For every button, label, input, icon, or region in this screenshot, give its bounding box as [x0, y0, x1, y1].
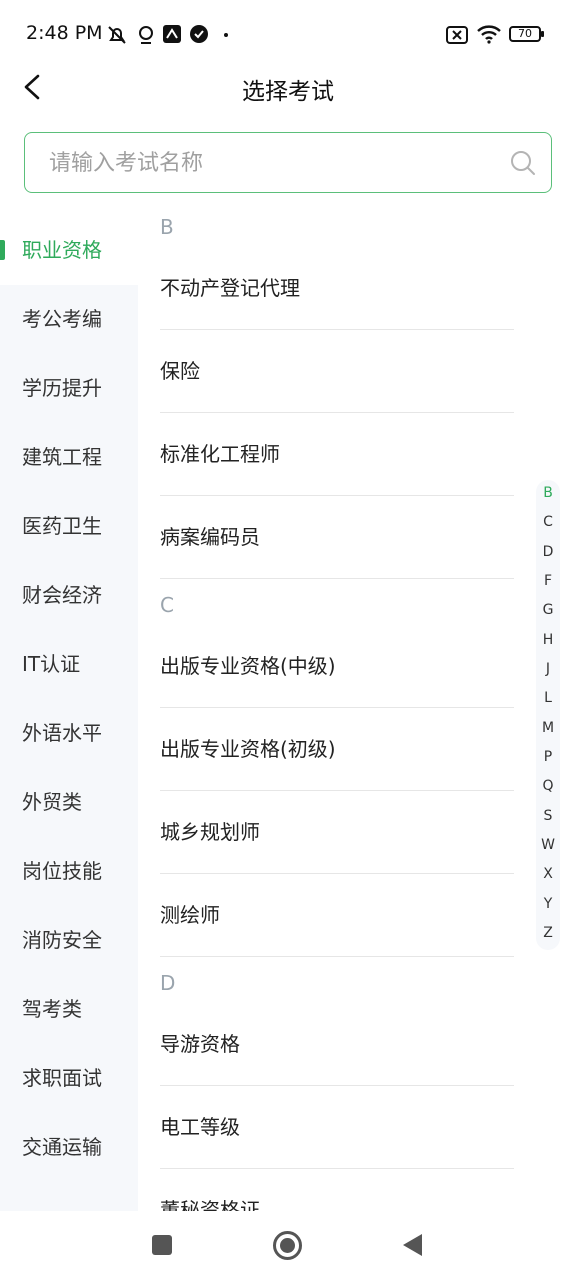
list-item-label: 病案编码员	[160, 525, 260, 549]
index-letter-b[interactable]: B	[536, 485, 560, 501]
list-item-label: 保险	[160, 359, 200, 383]
no-sim-icon	[446, 26, 468, 44]
index-letter-g[interactable]: G	[536, 602, 560, 618]
list-item[interactable]: 标准化工程师	[160, 413, 514, 496]
index-letter-p[interactable]: P	[536, 749, 560, 765]
sidebar-item-medicine[interactable]: 医药卫生	[0, 492, 138, 561]
index-letter-l[interactable]: L	[536, 690, 560, 706]
location-icon	[139, 26, 153, 44]
header: 选择考试	[0, 62, 576, 112]
sidebar-item-label: IT认证	[22, 652, 81, 676]
sidebar-item-label: 财会经济	[22, 583, 102, 607]
wifi-icon	[477, 25, 501, 44]
divider	[160, 578, 514, 579]
list-item-label: 导游资格	[160, 1032, 240, 1056]
search-box[interactable]	[24, 132, 552, 193]
battery-indicator: 70	[509, 26, 544, 42]
sidebar-item-label: 岗位技能	[22, 859, 102, 883]
sidebar-item-finance[interactable]: 财会经济	[0, 561, 138, 630]
section-header-c: C	[160, 593, 174, 617]
index-letter-w[interactable]: W	[536, 837, 560, 853]
index-letter-c[interactable]: C	[536, 514, 560, 530]
exam-list: B 不动产登记代理 保险 标准化工程师 病案编码员 C 出版专业资格(中级) 出…	[138, 200, 538, 1211]
index-letter-q[interactable]: Q	[536, 778, 560, 794]
list-item-label: 出版专业资格(中级)	[160, 654, 336, 678]
index-letter-h[interactable]: H	[536, 632, 560, 648]
index-letter-s[interactable]: S	[536, 808, 560, 824]
alphabet-index[interactable]: B C D F G H J L M P Q S W X Y Z	[536, 480, 560, 950]
sidebar-item-professional-qualification[interactable]: 职业资格	[0, 216, 138, 285]
sidebar-item-foreign-trade[interactable]: 外贸类	[0, 768, 138, 837]
index-letter-m[interactable]: M	[536, 720, 560, 736]
sidebar-item-label: 职业资格	[22, 238, 102, 262]
list-item[interactable]: 保险	[160, 330, 514, 413]
sidebar-item-it-certification[interactable]: IT认证	[0, 630, 138, 699]
list-item-label: 测绘师	[160, 903, 220, 927]
index-letter-f[interactable]: F	[536, 573, 560, 589]
list-item[interactable]: 测绘师	[160, 874, 514, 957]
list-item-label: 不动产登记代理	[160, 276, 300, 300]
sidebar-item-label: 驾考类	[22, 997, 82, 1021]
sidebar-item-civil-service[interactable]: 考公考编	[0, 285, 138, 354]
sidebar-item-driving-test[interactable]: 驾考类	[0, 975, 138, 1044]
system-nav-bar	[0, 1211, 576, 1280]
status-time: 2:48 PM	[26, 22, 103, 44]
sidebar-item-label: 交通运输	[22, 1135, 102, 1159]
list-item[interactable]: 城乡规划师	[160, 791, 514, 874]
sidebar-item-label: 求职面试	[22, 1066, 102, 1090]
list-item-label: 出版专业资格(初级)	[160, 737, 336, 761]
sidebar-item-job-interview[interactable]: 求职面试	[0, 1044, 138, 1113]
sidebar-item-education[interactable]: 学历提升	[0, 354, 138, 423]
sidebar-item-transportation[interactable]: 交通运输	[0, 1113, 138, 1182]
more-dot-icon	[224, 33, 228, 37]
list-item-label: 董秘资格证	[160, 1198, 260, 1211]
sidebar-item-label: 外贸类	[22, 790, 82, 814]
index-letter-x[interactable]: X	[536, 866, 560, 882]
section-header-d: D	[160, 971, 176, 995]
list-item-label: 标准化工程师	[160, 442, 280, 466]
search-icon[interactable]	[509, 149, 537, 177]
list-item[interactable]: 导游资格	[160, 1003, 514, 1086]
index-letter-d[interactable]: D	[536, 544, 560, 560]
index-letter-z[interactable]: Z	[536, 925, 560, 941]
list-item-label: 城乡规划师	[160, 820, 260, 844]
sidebar-item-label: 医药卫生	[22, 514, 102, 538]
check-badge-icon	[190, 25, 208, 43]
sidebar-item-foreign-language[interactable]: 外语水平	[0, 699, 138, 768]
back-triangle-icon[interactable]	[400, 1232, 424, 1258]
list-item-label: 电工等级	[160, 1115, 240, 1139]
home-button-icon[interactable]	[272, 1230, 303, 1261]
list-item[interactable]: 出版专业资格(初级)	[160, 708, 514, 791]
app-notification-icon	[163, 25, 181, 43]
index-letter-j[interactable]: J	[536, 661, 560, 677]
page-title: 选择考试	[242, 79, 334, 105]
mute-bell-icon	[108, 26, 126, 44]
sidebar-item-construction[interactable]: 建筑工程	[0, 423, 138, 492]
category-sidebar: 职业资格 考公考编 学历提升 建筑工程 医药卫生 财会经济 IT认证 外语水平 …	[0, 216, 138, 1211]
sidebar-item-fire-safety[interactable]: 消防安全	[0, 906, 138, 975]
recent-apps-icon[interactable]	[150, 1233, 174, 1257]
list-item[interactable]: 不动产登记代理	[160, 247, 514, 330]
index-letter-y[interactable]: Y	[536, 896, 560, 912]
search-input[interactable]	[47, 147, 491, 179]
sidebar-item-label: 建筑工程	[22, 445, 102, 469]
sidebar-item-label: 外语水平	[22, 721, 102, 745]
active-indicator	[0, 240, 5, 260]
list-item[interactable]: 董秘资格证	[160, 1169, 514, 1211]
sidebar-item-label: 学历提升	[22, 376, 102, 400]
list-item[interactable]: 病案编码员	[160, 496, 514, 579]
section-header-b: B	[160, 215, 174, 239]
list-item[interactable]: 电工等级	[160, 1086, 514, 1169]
sidebar-item-job-skills[interactable]: 岗位技能	[0, 837, 138, 906]
list-item[interactable]: 出版专业资格(中级)	[160, 625, 514, 708]
divider	[160, 956, 514, 957]
sidebar-item-label: 考公考编	[22, 307, 102, 331]
sidebar-item-label: 消防安全	[22, 928, 102, 952]
